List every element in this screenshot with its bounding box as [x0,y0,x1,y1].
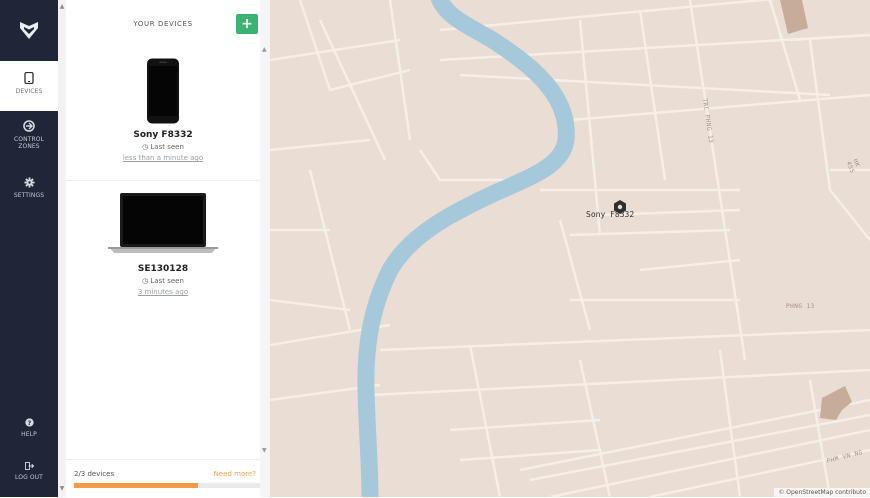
control-zones-icon [0,120,58,132]
nav-item-help[interactable]: ? HELP [0,418,58,438]
map-building [780,0,808,34]
usage-progress-bar [74,483,260,488]
shield-logo-icon [20,22,38,39]
map-canvas[interactable] [270,0,870,497]
scroll-up-icon[interactable]: ▲ [59,4,65,10]
nav-item-label: CONTROL ZONES [14,136,44,150]
panel-scrollbar[interactable]: ▲ ▼ [260,0,270,497]
tablet-icon [0,72,58,84]
last-seen: ◷ Last seen [66,277,260,285]
help-icon: ? [0,418,58,427]
last-seen-label: Last seen [150,143,184,151]
nav-item-label: LOG OUT [15,474,43,481]
map-area-label: PHNG 13 [786,303,815,310]
panel-title: YOUR DEVICES [133,20,193,28]
app-logo[interactable] [0,0,58,60]
nav-item-devices[interactable]: DEVICES [0,61,58,111]
last-seen: ◷ Last seen [66,143,260,151]
gear-icon [0,177,58,188]
scroll-down-icon[interactable]: ▼ [59,486,65,492]
need-more-link[interactable]: Need more? [214,470,256,478]
last-seen-label: Last seen [150,277,184,285]
phone-icon [147,58,179,124]
device-name: SE130128 [137,264,189,274]
device-card-se130128[interactable]: SE130128 ◷ Last seen 3 minutes ago [66,181,260,309]
logout-icon [0,462,58,470]
usage-progress-fill [74,483,199,488]
nav-item-settings[interactable]: SETTINGS [0,177,58,199]
nav-item-logout[interactable]: LOG OUT [0,462,58,481]
map-attribution[interactable]: © OpenStreetMap contributo [774,488,870,497]
add-device-button[interactable]: + [236,14,258,34]
panel-footer: 2/3 devices Need more? [66,459,260,498]
map-view[interactable]: Sony F8332 TRC PHNG 13 HK 455 PHNG 13 PH… [270,0,870,497]
devices-count: 2/3 devices [74,470,115,478]
nav-scrollbar[interactable]: ▲ ▼ [58,0,66,497]
map-building [820,386,852,420]
map-pin-label[interactable]: Sony F8332 [586,210,634,219]
svg-text:?: ? [27,420,31,427]
side-nav: DEVICES CONTROL ZONES SETTINGS ? HELP LO… [0,0,58,497]
nav-item-label: DEVICES [15,88,43,95]
scroll-up-icon[interactable]: ▲ [262,46,267,53]
laptop-icon [108,193,218,253]
nav-item-control-zones[interactable]: CONTROL ZONES [0,120,58,150]
nav-item-label: HELP [21,431,37,438]
last-seen-time[interactable]: less than a minute ago [66,154,260,162]
device-card-sony[interactable]: Sony F8332 ◷ Last seen less than a minut… [66,46,260,181]
last-seen-time[interactable]: 3 minutes ago [66,288,260,296]
device-name: Sony F8332 [133,130,193,140]
devices-panel: YOUR DEVICES + Sony F8332 ◷ Last seen le… [66,0,260,497]
panel-header: YOUR DEVICES + [66,0,260,46]
scroll-down-icon[interactable]: ▼ [262,447,267,454]
nav-item-label: SETTINGS [13,192,45,199]
